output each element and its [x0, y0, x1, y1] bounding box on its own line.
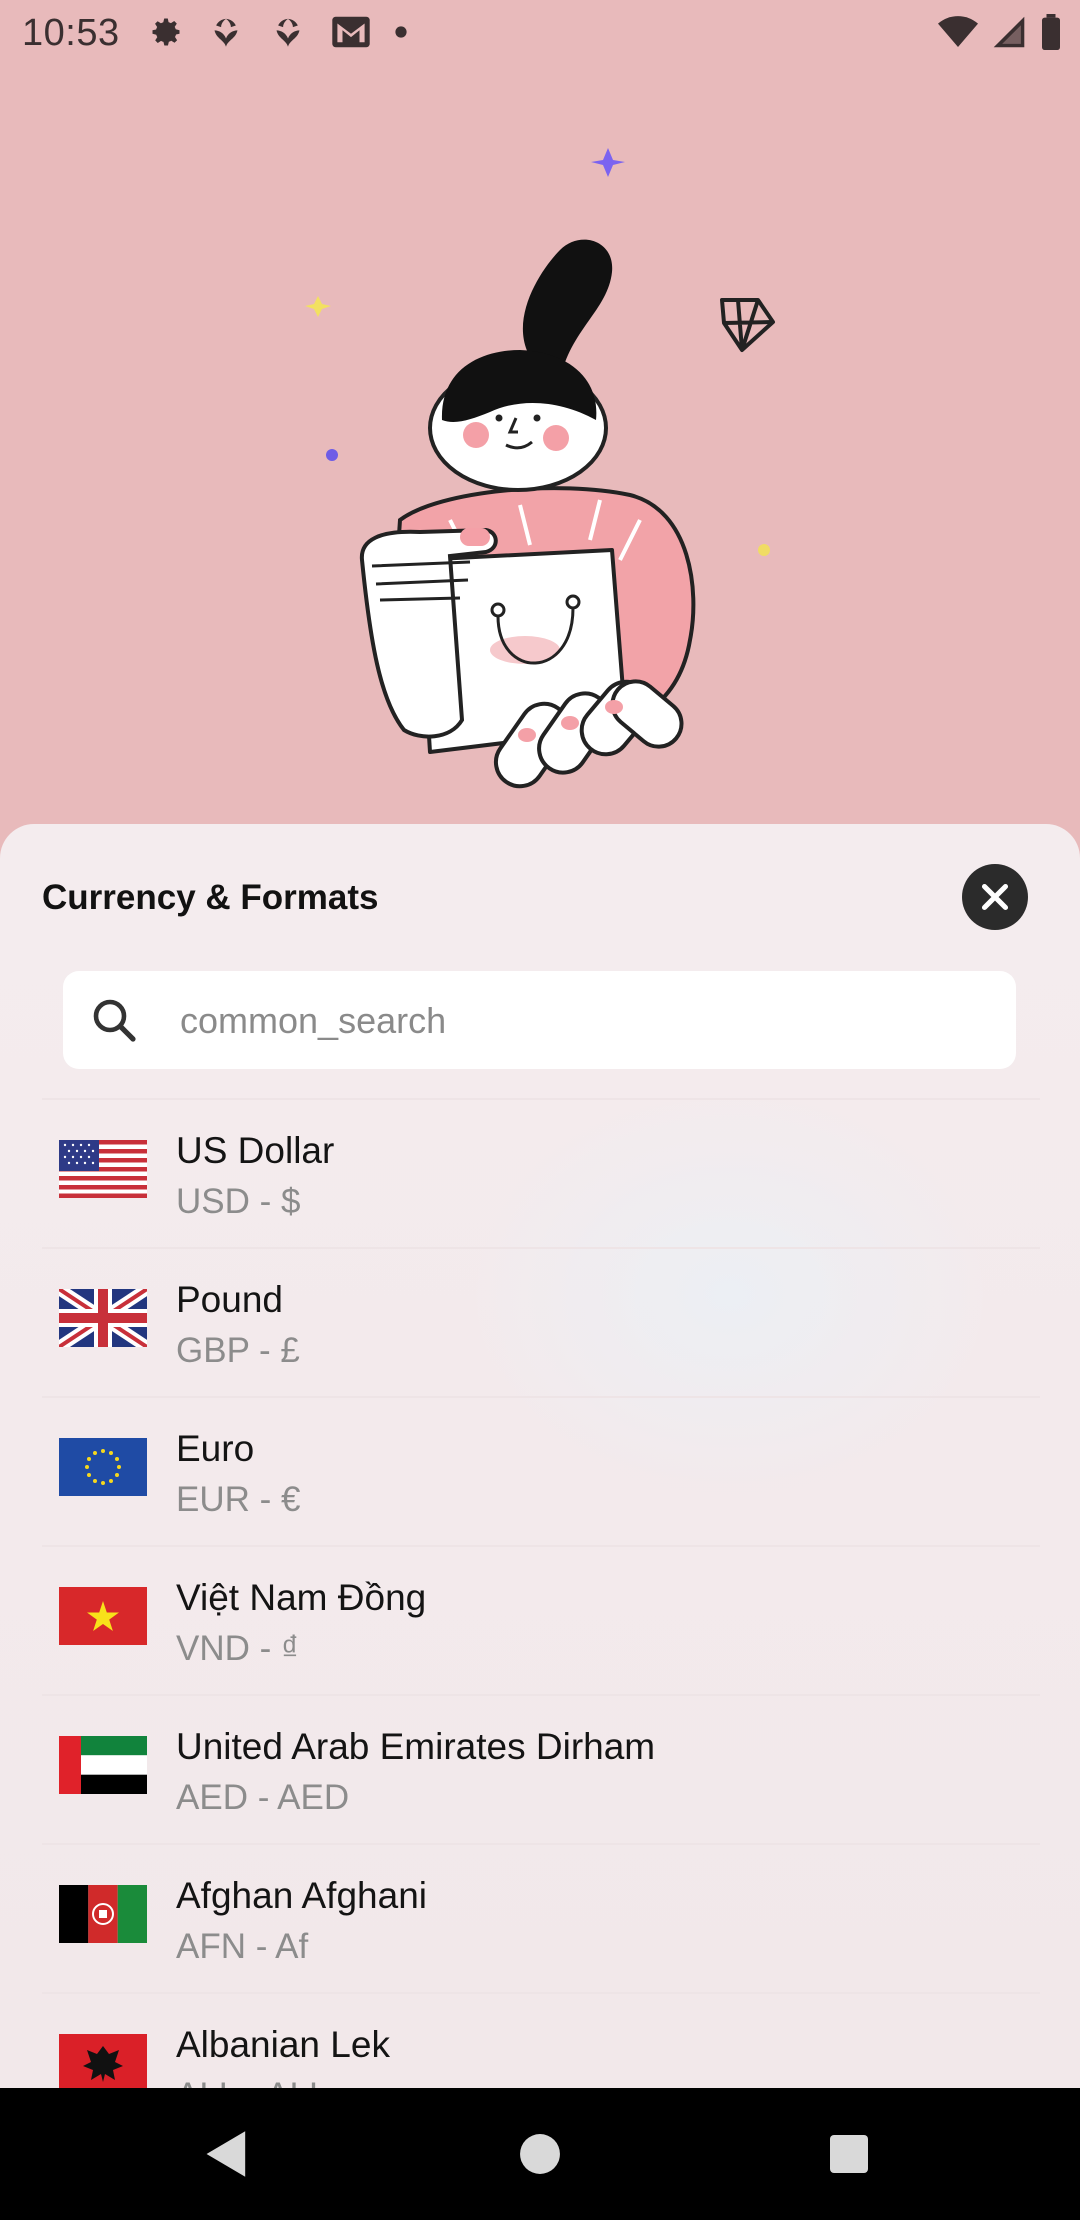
search-input[interactable]	[178, 971, 982, 1071]
sparkle-yellow	[305, 296, 331, 317]
dot-purple	[326, 449, 338, 461]
currency-code: ALL - ALL	[176, 2076, 328, 2088]
hero-illustration	[305, 148, 775, 789]
system-icons	[938, 14, 1062, 50]
al-flag-icon	[59, 2034, 147, 2088]
currency-name: US Dollar	[176, 1130, 335, 1171]
currency-item-eur[interactable]: Euro EUR - €	[42, 1396, 1040, 1545]
close-button[interactable]	[962, 864, 1028, 930]
dot-icon	[395, 26, 407, 38]
settings-icon	[152, 18, 180, 46]
vn-flag-icon	[59, 1587, 147, 1645]
uk-flag-icon	[59, 1289, 147, 1347]
ae-flag-icon	[59, 1736, 147, 1794]
currency-item-all[interactable]: Albanian Lek ALL - ALL	[42, 1992, 1040, 2088]
sparkle-purple	[591, 148, 625, 177]
recents-icon	[830, 2135, 868, 2173]
status-bar: 10:53	[0, 0, 1080, 66]
app-icon	[214, 18, 238, 47]
currency-list: US Dollar USD - $ Pound GBP - £ Euro EUR…	[0, 1098, 1080, 2088]
currency-sheet: Currency & Formats US Dollar USD - $	[0, 824, 1080, 2088]
battery-icon	[1042, 14, 1060, 50]
af-flag-icon	[59, 1885, 147, 1943]
eu-flag-icon	[59, 1438, 147, 1496]
currency-code: GBP - £	[176, 1331, 300, 1370]
wifi-icon	[938, 16, 978, 47]
signal-icon	[993, 16, 1025, 48]
diamond-icon	[720, 298, 775, 352]
currency-code: VND - ₫	[176, 1629, 299, 1668]
currency-code: EUR - €	[176, 1480, 301, 1519]
close-icon	[981, 883, 1009, 911]
currency-code: USD - $	[176, 1182, 301, 1221]
notification-icons	[148, 14, 408, 50]
back-button[interactable]	[167, 2088, 287, 2220]
app-icon	[276, 18, 300, 47]
gmail-icon	[332, 16, 370, 48]
dot-yellow	[758, 544, 770, 556]
currency-item-aed[interactable]: United Arab Emirates Dirham AED - AED	[42, 1694, 1040, 1843]
currency-name: Euro	[176, 1428, 255, 1469]
us-flag-icon	[59, 1140, 147, 1198]
currency-name: Việt Nam Đồng	[176, 1577, 427, 1618]
back-icon	[206, 2131, 246, 2177]
home-icon	[520, 2134, 560, 2174]
search-bar[interactable]	[63, 971, 1016, 1071]
search-icon	[93, 999, 136, 1042]
currency-name: Albanian Lek	[176, 2024, 390, 2065]
home-button[interactable]	[480, 2088, 600, 2220]
currency-name: Afghan Afghani	[176, 1875, 427, 1916]
currency-code: AFN - Af	[176, 1927, 309, 1966]
currency-item-usd[interactable]: US Dollar USD - $	[42, 1098, 1040, 1247]
navigation-bar	[0, 2088, 1080, 2220]
currency-code: AED - AED	[176, 1778, 350, 1817]
sheet-title: Currency & Formats	[42, 878, 379, 917]
currency-item-gbp[interactable]: Pound GBP - £	[42, 1247, 1040, 1396]
currency-item-afn[interactable]: Afghan Afghani AFN - Af	[42, 1843, 1040, 1992]
currency-name: United Arab Emirates Dirham	[176, 1726, 656, 1767]
currency-name: Pound	[176, 1279, 283, 1320]
currency-item-vnd[interactable]: Việt Nam Đồng VND - ₫	[42, 1545, 1040, 1694]
recents-button[interactable]	[789, 2088, 909, 2220]
status-time: 10:53	[22, 12, 120, 54]
